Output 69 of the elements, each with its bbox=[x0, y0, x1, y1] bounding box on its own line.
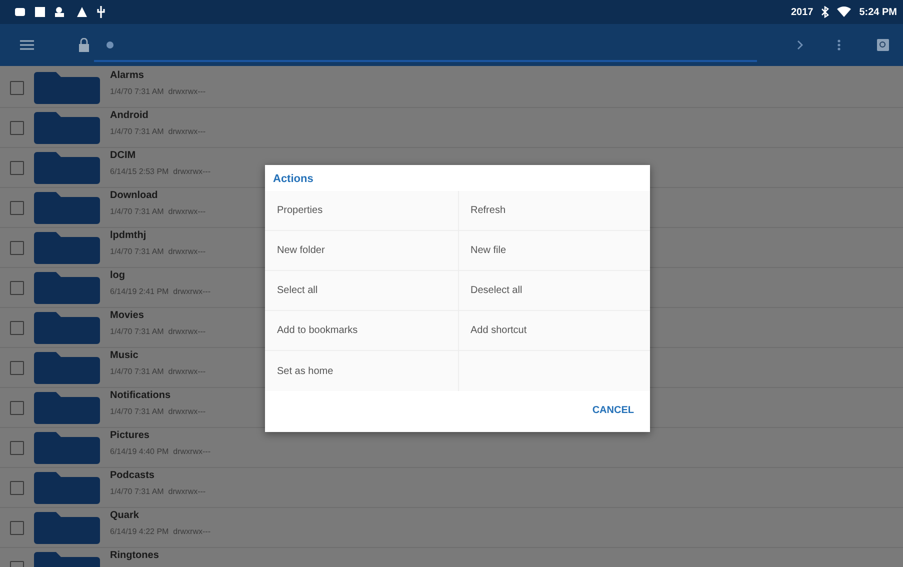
checkbox[interactable] bbox=[10, 440, 24, 454]
checkbox[interactable] bbox=[10, 400, 24, 414]
search-icon[interactable] bbox=[877, 39, 889, 51]
file-name: Podcasts bbox=[110, 470, 156, 481]
usb-icon bbox=[96, 6, 106, 18]
checkbox[interactable] bbox=[10, 160, 24, 174]
file-name: Quark bbox=[110, 510, 140, 521]
folder-icon bbox=[34, 112, 100, 144]
file-meta: 6/14/19 4:40 PM drwxrwx--- bbox=[110, 447, 210, 456]
storage-icon[interactable] bbox=[106, 41, 114, 49]
status-time: 5:24 PM bbox=[859, 6, 897, 18]
file-meta: 1/4/70 7:31 AM drwxrwx--- bbox=[110, 487, 206, 496]
checkbox[interactable] bbox=[10, 120, 24, 134]
warning-icon bbox=[76, 6, 88, 18]
folder-icon bbox=[34, 392, 100, 424]
notification-icon bbox=[14, 6, 26, 18]
chevron-right-icon[interactable] bbox=[797, 40, 803, 50]
folder-icon bbox=[34, 152, 100, 184]
folder-icon bbox=[34, 432, 100, 464]
status-year: 2017 bbox=[790, 6, 814, 18]
file-meta: 1/4/70 7:31 AM drwxrwx--- bbox=[110, 247, 206, 256]
image-icon bbox=[34, 6, 46, 18]
file-meta: 1/4/70 7:31 AM drwxrwx--- bbox=[110, 87, 206, 96]
file-name: Android bbox=[110, 110, 150, 121]
file-meta: 1/4/70 7:31 AM drwxrwx--- bbox=[110, 407, 206, 416]
action-item[interactable]: New file bbox=[458, 231, 650, 271]
folder-icon bbox=[34, 472, 100, 504]
checkbox[interactable] bbox=[10, 320, 24, 334]
folder-icon bbox=[34, 312, 100, 344]
file-meta: 1/4/70 7:31 AM drwxrwx--- bbox=[110, 327, 206, 336]
file-name: lpdmthj bbox=[110, 230, 148, 241]
folder-icon bbox=[34, 272, 100, 304]
file-meta: 1/4/70 7:31 AM drwxrwx--- bbox=[110, 367, 206, 376]
file-name: Pictures bbox=[110, 430, 150, 441]
file-meta: 6/14/19 2:41 PM drwxrwx--- bbox=[110, 287, 210, 296]
file-name: Alarms bbox=[110, 70, 145, 81]
file-name: Notifications bbox=[110, 390, 172, 401]
lock-icon[interactable] bbox=[78, 38, 90, 52]
checkbox[interactable] bbox=[10, 480, 24, 494]
dialog-title: Actions bbox=[272, 172, 314, 187]
folder-icon bbox=[34, 192, 100, 224]
checkbox[interactable] bbox=[10, 360, 24, 374]
folder-icon bbox=[34, 232, 100, 264]
checkbox[interactable] bbox=[10, 280, 24, 294]
file-meta: 1/4/70 7:31 AM drwxrwx--- bbox=[110, 127, 206, 136]
file-meta: 6/14/15 2:53 PM drwxrwx--- bbox=[110, 167, 210, 176]
more-icon[interactable] bbox=[837, 39, 841, 51]
wifi-icon bbox=[837, 6, 852, 18]
checkbox[interactable] bbox=[10, 80, 24, 94]
bluetooth-icon bbox=[821, 6, 830, 18]
file-name: Ringtones bbox=[110, 550, 159, 561]
checkbox[interactable] bbox=[10, 200, 24, 214]
file-name: Music bbox=[110, 350, 140, 361]
action-item[interactable]: Deselect all bbox=[458, 271, 650, 311]
checkbox[interactable] bbox=[10, 520, 24, 534]
menu-icon[interactable] bbox=[20, 39, 34, 51]
action-item[interactable]: Add shortcut bbox=[458, 311, 650, 351]
file-name: DCIM bbox=[110, 150, 137, 161]
folder-icon bbox=[34, 72, 100, 104]
cancel-button[interactable]: CANCEL bbox=[590, 401, 636, 420]
file-meta: 6/14/19 4:22 PM drwxrwx--- bbox=[110, 527, 210, 536]
folder-icon bbox=[34, 352, 100, 384]
file-meta: 1/4/70 7:31 AM drwxrwx--- bbox=[110, 207, 206, 216]
file-name: Movies bbox=[110, 310, 145, 321]
file-name: Download bbox=[110, 190, 159, 201]
checkbox[interactable] bbox=[10, 240, 24, 254]
file-name: log bbox=[110, 270, 126, 281]
action-item[interactable]: Refresh bbox=[458, 191, 650, 231]
folder-icon bbox=[34, 512, 100, 544]
